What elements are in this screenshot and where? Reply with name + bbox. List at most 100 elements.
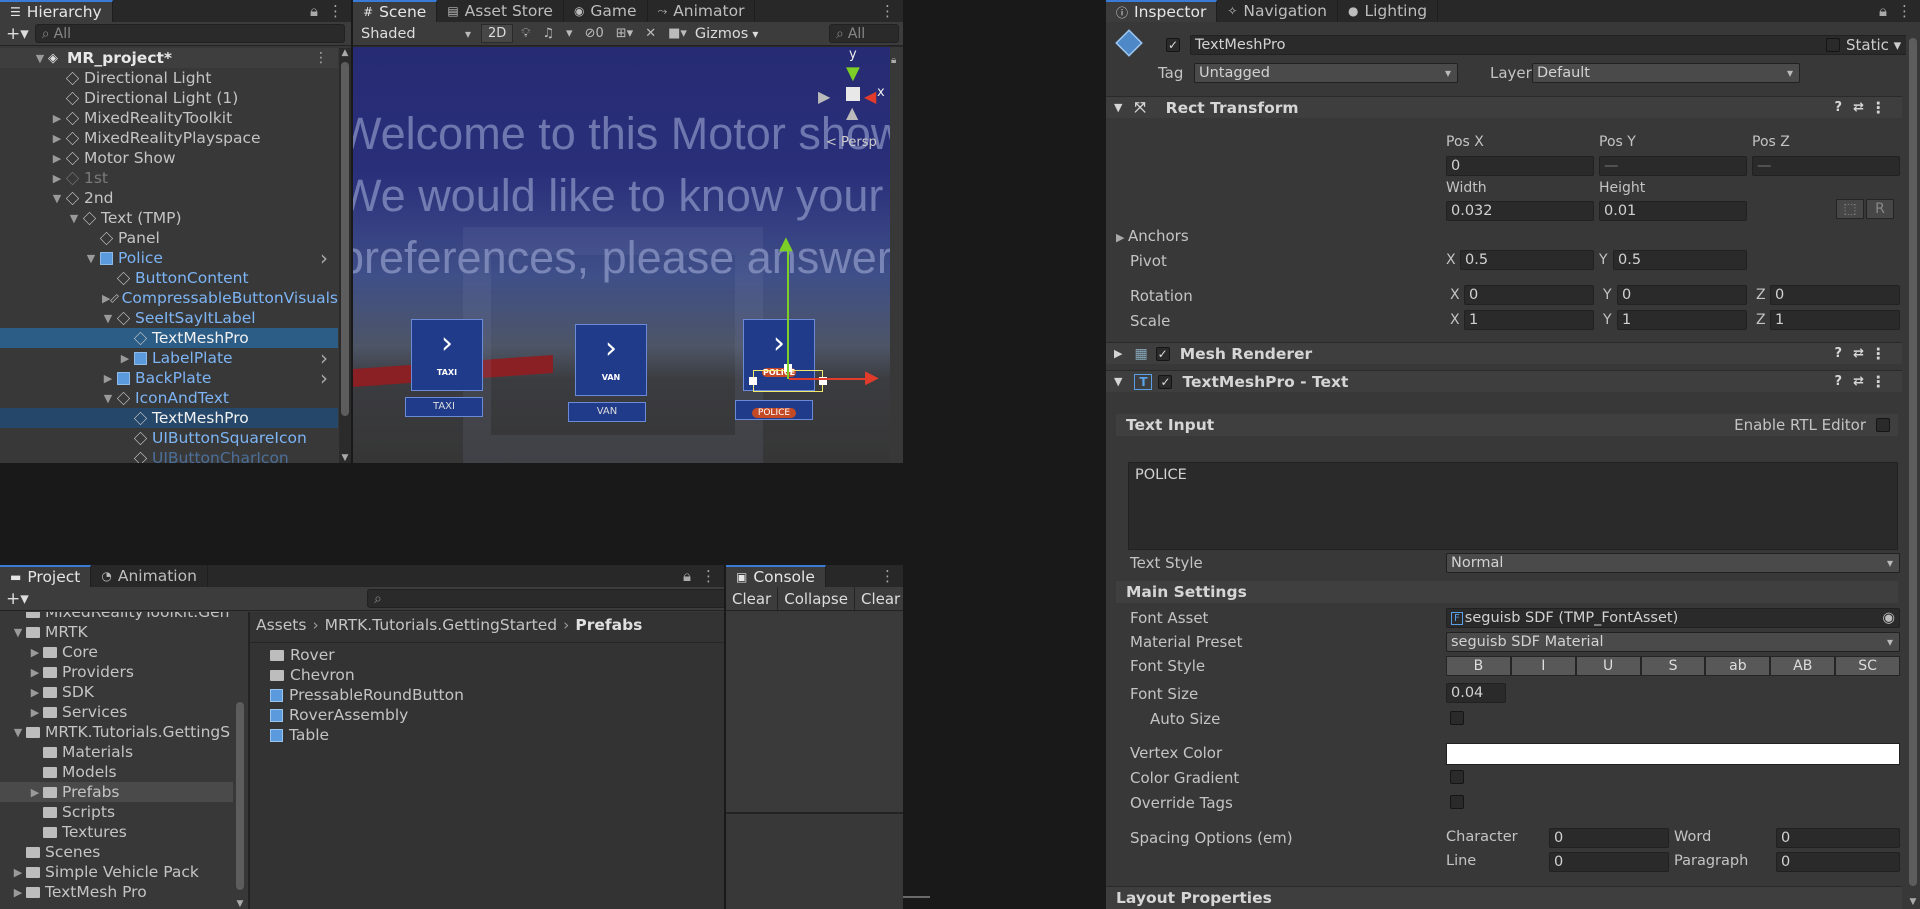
- foldout-arrow-icon[interactable]: ▶: [29, 666, 41, 679]
- persp-label[interactable]: < Persp: [826, 135, 877, 150]
- scroll-thumb[interactable]: [1909, 38, 1917, 886]
- object-picker-icon[interactable]: ◉: [1882, 610, 1895, 626]
- tab-project[interactable]: ▬ Project: [0, 565, 92, 587]
- collapse-arrow-icon[interactable]: ▶: [51, 112, 63, 125]
- project-tree-item[interactable]: ▶ Services: [0, 702, 233, 722]
- scroll-down-icon[interactable]: ▼: [1906, 897, 1920, 907]
- console-detail-divider[interactable]: [726, 812, 903, 814]
- project-tree-item[interactable]: ▶ Core: [0, 642, 233, 662]
- paragraph-spacing-field[interactable]: 0: [1776, 852, 1900, 872]
- tag-dropdown[interactable]: Untagged: [1194, 63, 1458, 83]
- pivot-x-field[interactable]: 0.5: [1460, 250, 1594, 270]
- main-settings-section[interactable]: Main Settings: [1116, 581, 1898, 603]
- inspector-scrollbar[interactable]: ▼: [1906, 22, 1920, 909]
- project-search-input[interactable]: ⌕: [367, 589, 724, 608]
- hierarchy-row[interactable]: Directional Light (1): [0, 88, 338, 108]
- foldout-arrow-icon[interactable]: ▶: [29, 686, 41, 699]
- foldout-arrow-icon[interactable]: ▼: [12, 626, 24, 639]
- project-tree-item[interactable]: ▶ TextMesh Pro: [0, 882, 233, 902]
- word-spacing-field[interactable]: 0: [1776, 828, 1900, 848]
- foldout-arrow-icon[interactable]: ▶: [29, 786, 41, 799]
- project-tree-scrollbar[interactable]: ▼: [234, 612, 247, 909]
- asset-item[interactable]: RoverAssembly: [270, 705, 464, 725]
- more-menu-icon[interactable]: ⋮: [880, 2, 895, 20]
- project-tree-item[interactable]: ▼ MRTK: [0, 622, 233, 642]
- collapse-arrow-icon[interactable]: ▶: [51, 152, 63, 165]
- asset-item[interactable]: Chevron: [270, 665, 464, 685]
- mesh-renderer-header[interactable]: ▶ ▦ ✓ Mesh Renderer ? ⇄ ⋮: [1106, 342, 1902, 364]
- pos-z-field[interactable]: —: [1752, 156, 1900, 176]
- breadcrumb-item[interactable]: Assets: [256, 616, 306, 634]
- font-style-button[interactable]: B: [1446, 656, 1511, 676]
- color-gradient-checkbox[interactable]: [1450, 770, 1464, 784]
- scale-x-field[interactable]: 1: [1464, 310, 1594, 330]
- material-preset-dropdown[interactable]: seguisb SDF Material: [1446, 632, 1900, 652]
- tab-animation[interactable]: ◔ Animation: [91, 565, 208, 587]
- help-icon[interactable]: ?: [1834, 346, 1842, 361]
- effects-dropdown-icon[interactable]: ▾: [562, 26, 577, 41]
- hierarchy-row[interactable]: ▶ MixedRealityToolkit: [0, 108, 338, 128]
- more-menu-icon[interactable]: ⋮: [328, 2, 343, 20]
- shading-dropdown[interactable]: Shaded: [357, 24, 477, 43]
- collapse-arrow-icon[interactable]: ▶: [102, 292, 110, 305]
- font-style-button[interactable]: SC: [1835, 656, 1901, 676]
- splitter-vertical-left[interactable]: [351, 0, 353, 463]
- console-log-area[interactable]: [726, 612, 903, 812]
- object-name-field[interactable]: TextMeshPro: [1190, 35, 1920, 55]
- font-style-button[interactable]: U: [1575, 656, 1641, 676]
- hierarchy-scrollbar[interactable]: ▲ ▼: [339, 48, 351, 463]
- asset-item[interactable]: Rover: [270, 645, 464, 665]
- project-tree-item[interactable]: Textures: [0, 822, 233, 842]
- component-menu-icon[interactable]: ⋮: [1871, 345, 1887, 363]
- foldout-arrow-icon[interactable]: ▼: [1114, 375, 1122, 388]
- foldout-arrow-icon[interactable]: ▶: [12, 866, 24, 879]
- auto-size-checkbox[interactable]: [1450, 711, 1464, 725]
- scene-search-input[interactable]: ⌕ All: [829, 24, 899, 43]
- foldout-arrow-icon[interactable]: ▶: [29, 646, 41, 659]
- active-checkbox[interactable]: ✓: [1166, 38, 1180, 52]
- more-menu-icon[interactable]: ⋮: [701, 567, 716, 585]
- lock-icon[interactable]: 🔒︎: [891, 55, 896, 66]
- breadcrumb-item[interactable]: MRTK.Tutorials.GettingStarted: [325, 616, 557, 634]
- presets-icon[interactable]: ⇄: [1853, 346, 1864, 361]
- hierarchy-row[interactable]: ▼ Text (TMP): [0, 208, 338, 228]
- rot-x-field[interactable]: 0: [1464, 285, 1594, 305]
- scene-viewport[interactable]: Welcome to this Motor show ! We would li…: [353, 47, 890, 463]
- font-style-button[interactable]: I: [1510, 656, 1576, 676]
- project-tree-item[interactable]: MixedRealityToolkit.Gen: [0, 612, 233, 622]
- rect-transform-header[interactable]: ▼ ⤧ Rect Transform ? ⇄ ⋮: [1106, 96, 1902, 118]
- text-input-area[interactable]: POLICE: [1128, 462, 1898, 550]
- anchors-foldout[interactable]: ▶ Anchors: [1116, 227, 1189, 245]
- width-field[interactable]: 0.032: [1446, 201, 1594, 221]
- expand-arrow-icon[interactable]: ▼: [68, 212, 80, 225]
- textmeshpro-enabled-checkbox[interactable]: ✓: [1158, 374, 1173, 389]
- pivot-y-field[interactable]: 0.5: [1613, 250, 1747, 270]
- collapse-arrow-icon[interactable]: ▶: [51, 172, 63, 185]
- tab-navigation[interactable]: ✧ Navigation: [1217, 0, 1338, 22]
- hierarchy-row[interactable]: ▶ Motor Show: [0, 148, 338, 168]
- font-size-field[interactable]: 0.04: [1446, 683, 1506, 703]
- console-collapse-button[interactable]: Collapse: [778, 587, 855, 610]
- help-icon[interactable]: ?: [1834, 100, 1842, 115]
- collapse-arrow-icon[interactable]: ▶: [102, 372, 114, 385]
- add-button[interactable]: +▾: [6, 589, 29, 609]
- foldout-arrow-icon[interactable]: ▶: [1114, 347, 1122, 360]
- scroll-thumb[interactable]: [236, 702, 244, 890]
- asset-item[interactable]: Table: [270, 725, 464, 745]
- height-field[interactable]: 0.01: [1599, 201, 1747, 221]
- hidden-objects-icon[interactable]: ⊘0: [581, 26, 608, 41]
- pos-x-field[interactable]: 0: [1446, 156, 1594, 176]
- console-clear-on-play-button[interactable]: Clear on Pla: [855, 587, 903, 610]
- project-tree-item[interactable]: ▶ Providers: [0, 662, 233, 682]
- console-clear-button[interactable]: Clear: [726, 587, 779, 610]
- hierarchy-row[interactable]: Directional Light: [0, 68, 338, 88]
- foldout-arrow-icon[interactable]: ▼: [12, 726, 24, 739]
- camera-icon[interactable]: ■▾: [664, 26, 691, 41]
- hierarchy-row[interactable]: ▼ IconAndText: [0, 388, 338, 408]
- hierarchy-row[interactable]: TextMeshPro: [0, 408, 338, 428]
- scene-scrollbar[interactable]: 🔒︎: [890, 47, 903, 463]
- gizmo-y-axis[interactable]: [787, 247, 789, 379]
- orientation-gizmo[interactable]: ▼ y ◀ x ▶ ▲ < Persp: [808, 47, 888, 150]
- 2d-toggle[interactable]: 2D: [481, 24, 514, 43]
- character-spacing-field[interactable]: 0: [1549, 828, 1669, 848]
